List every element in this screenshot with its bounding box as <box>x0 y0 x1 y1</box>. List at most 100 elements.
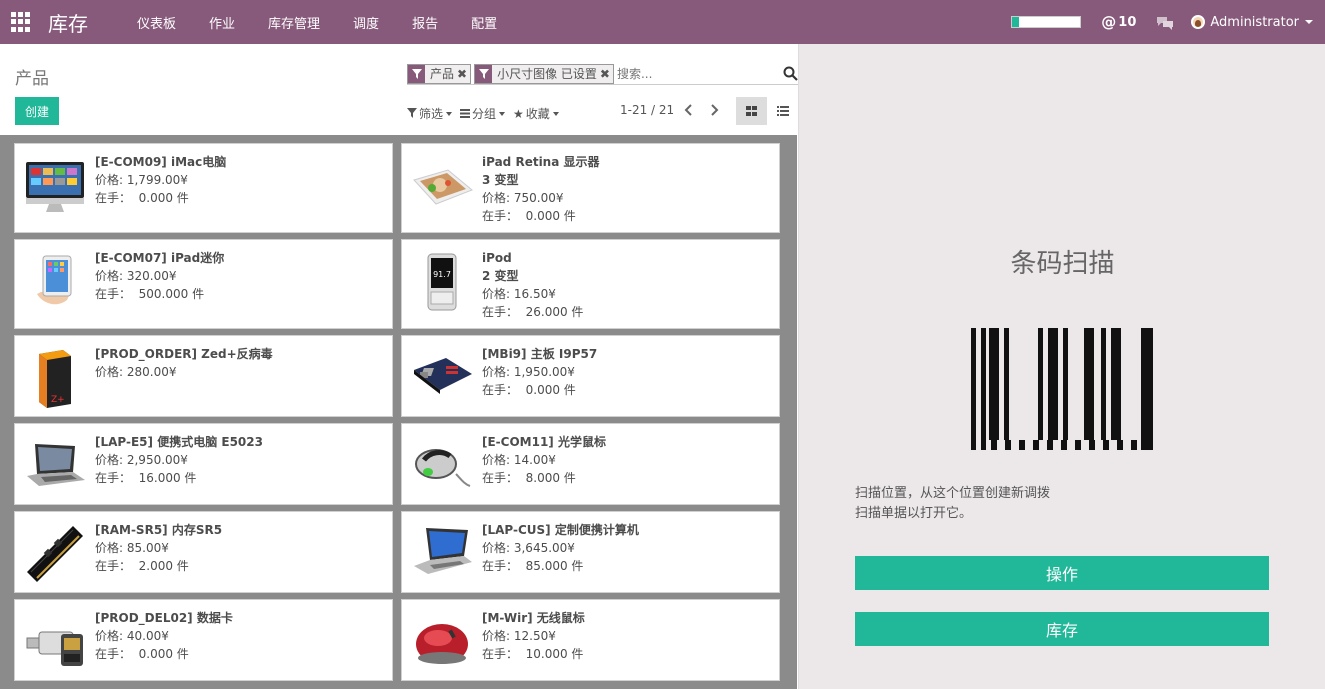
search-facet-image-set: 小尺寸图像 已设置 ✖ <box>474 63 614 84</box>
product-details: [E-COM11] 光学鼠标价格: 14.00¥ 在手： 8.000 件 <box>482 433 606 487</box>
product-name[interactable]: [RAM-SR5] 内存SR5 <box>95 521 222 539</box>
product-card[interactable]: iPad Retina 显示器 3 变型 价格: 750.00¥ 在手： 0.000 … <box>401 143 780 233</box>
mentions-counter[interactable]: @ 10 <box>1101 13 1136 31</box>
favorites-dropdown[interactable]: ★ 收藏 <box>513 105 559 122</box>
menu-item-operations[interactable]: 作业 <box>209 13 251 32</box>
list-view-button[interactable] <box>768 97 798 125</box>
create-button[interactable]: 创建 <box>15 97 59 125</box>
product-name[interactable]: [M-Wir] 无线鼠标 <box>482 609 585 627</box>
product-info-line: 在手： 2.000 件 <box>95 559 189 573</box>
product-name[interactable]: [E-COM07] iPad迷你 <box>95 249 224 267</box>
product-name[interactable]: [PROD_ORDER] Zed+反病毒 <box>95 345 273 363</box>
product-image-motherboard <box>410 346 474 410</box>
product-image-wireless-mouse <box>410 610 474 674</box>
menu-item-dashboard[interactable]: 仪表板 <box>137 13 192 32</box>
barcode-scan-panel: 条码扫描 扫描位置，从这个位置创建新调拨 扫描单据以打开它。 操作 库存 <box>798 44 1325 689</box>
product-name[interactable]: iPod <box>482 249 583 267</box>
barcode-instruction-line: 扫描单据以打开它。 <box>855 506 973 521</box>
filters-label: 筛选 <box>419 107 444 121</box>
product-name[interactable]: [LAP-E5] 便携式电脑 E5023 <box>95 433 263 451</box>
product-info-line: 在手： 0.000 件 <box>482 383 576 397</box>
at-sign-icon: @ <box>1101 13 1117 31</box>
product-card[interactable]: [E-COM09] iMac电脑 价格: 1,799.00¥ 在手： 0.000 件 <box>14 143 393 233</box>
product-card[interactable]: Z+ [PROD_ORDER] Zed+反病毒 价格: 280.00¥ <box>14 335 393 417</box>
product-name[interactable]: [PROD_DEL02] 数据卡 <box>95 609 233 627</box>
main-menu: 仪表板 作业 库存管理 调度 报告 配置 <box>137 13 530 32</box>
pager-previous-icon[interactable] <box>683 102 693 121</box>
product-card[interactable]: [LAP-CUS] 定制便携计算机 价格: 3,645.00¥ 在手： 85.000… <box>401 511 780 593</box>
filters-dropdown[interactable]: 筛选 <box>407 105 453 122</box>
product-details: [MBi9] 主板 I9P57 价格: 1,950.00¥ 在手： 0.000 件 <box>482 345 597 399</box>
product-info-line: 价格: 3,645.00¥ <box>482 541 575 555</box>
product-details: [LAP-E5] 便携式电脑 E5023 价格: 2,950.00¥ 在手： 16.… <box>95 433 263 487</box>
product-info-line: 价格: 320.00¥ <box>95 269 177 283</box>
product-info-line: 价格: 16.50¥ <box>482 287 556 301</box>
grid-icon <box>746 106 757 116</box>
product-card[interactable]: 91.7 iPod 2 变型 价格: 16.50¥ 在手： 26.000 件 <box>401 239 780 329</box>
search-options: 筛选 分组 ★ 收藏 <box>407 105 567 122</box>
caret-down-icon <box>446 111 453 116</box>
product-card[interactable]: [E-COM07] iPad迷你 价格: 320.00¥ 在手： 500.000 件 <box>14 239 393 329</box>
product-details: [RAM-SR5] 内存SR5 价格: 85.00¥ 在手： 2.000 件 <box>95 521 222 575</box>
planner-progress-bar[interactable] <box>1011 16 1082 28</box>
product-image-ipad-retina <box>410 154 474 218</box>
kanban-view-button[interactable] <box>736 97 767 125</box>
product-info-line: 在手： 8.000 件 <box>482 471 576 485</box>
barcode-icon <box>971 328 1153 450</box>
product-info-line: 在手： 16.000 件 <box>95 471 197 485</box>
product-details: iPad Retina 显示器 3 变型 价格: 750.00¥ 在手： 0.000 … <box>482 153 600 225</box>
product-details: [PROD_ORDER] Zed+反病毒 价格: 280.00¥ <box>95 345 273 381</box>
barcode-instructions: 扫描位置，从这个位置创建新调拨 扫描单据以打开它。 <box>855 484 1050 524</box>
product-name[interactable]: [LAP-CUS] 定制便携计算机 <box>482 521 639 539</box>
product-name[interactable]: [MBi9] 主板 I9P57 <box>482 345 597 363</box>
product-card[interactable]: [PROD_DEL02] 数据卡 价格: 40.00¥ 在手： 0.000 件 <box>14 599 393 681</box>
user-menu[interactable]: Administrator <box>1191 15 1313 30</box>
top-navbar: 库存 仪表板 作业 库存管理 调度 报告 配置 @ 10 Administrat… <box>0 0 1325 44</box>
app-brand: 库存 <box>48 11 88 36</box>
product-card[interactable]: [E-COM11] 光学鼠标价格: 14.00¥ 在手： 8.000 件 <box>401 423 780 505</box>
product-card[interactable]: [RAM-SR5] 内存SR5 价格: 85.00¥ 在手： 2.000 件 <box>14 511 393 593</box>
search-icon[interactable] <box>783 66 798 85</box>
search-bar: 产品 ✖ 小尺寸图像 已设置 ✖ <box>407 63 798 85</box>
apps-grid-icon[interactable] <box>11 12 31 32</box>
pager-value[interactable]: 1-21 / 21 <box>620 103 674 117</box>
product-name[interactable]: [E-COM11] 光学鼠标 <box>482 433 606 451</box>
chat-bubbles-icon[interactable] <box>1156 16 1174 30</box>
product-image-ipod: 91.7 <box>410 250 474 314</box>
product-details: [LAP-CUS] 定制便携计算机 价格: 3,645.00¥ 在手： 85.000… <box>482 521 639 575</box>
product-details: [M-Wir] 无线鼠标 价格: 12.50¥ 在手： 10.000 件 <box>482 609 585 663</box>
product-image-laptop <box>23 434 87 498</box>
pager-next-icon[interactable] <box>710 102 720 121</box>
product-info-line: 3 变型 <box>482 173 519 187</box>
facet-value: 产品 <box>430 67 455 81</box>
facet-value: 小尺寸图像 已设置 <box>497 67 597 81</box>
menu-item-scheduling[interactable]: 调度 <box>353 13 395 32</box>
product-card[interactable]: [MBi9] 主板 I9P57 价格: 1,950.00¥ 在手： 0.000 件 <box>401 335 780 417</box>
product-image-ram-stick <box>23 522 87 586</box>
product-card[interactable]: [M-Wir] 无线鼠标 价格: 12.50¥ 在手： 10.000 件 <box>401 599 780 681</box>
caret-down-icon <box>1305 20 1313 24</box>
product-info-line: 价格: 14.00¥ <box>482 453 556 467</box>
operations-button[interactable]: 操作 <box>855 556 1269 590</box>
product-name[interactable]: [E-COM09] iMac电脑 <box>95 153 226 171</box>
filter-funnel-icon <box>408 64 425 83</box>
product-image-custom-laptop <box>410 522 474 586</box>
barcode-instruction-line: 扫描位置，从这个位置创建新调拨 <box>855 486 1051 501</box>
product-info-line: 价格: 85.00¥ <box>95 541 169 555</box>
facet-remove-icon[interactable]: ✖ <box>600 65 613 83</box>
facet-remove-icon[interactable]: ✖ <box>457 65 470 83</box>
user-name: Administrator <box>1210 14 1299 30</box>
product-image-ipad-mini <box>23 250 87 314</box>
menu-item-reporting[interactable]: 报告 <box>412 13 454 32</box>
product-info-line: 价格: 750.00¥ <box>482 191 564 205</box>
product-info-line: 价格: 1,799.00¥ <box>95 173 188 187</box>
product-name[interactable]: iPad Retina 显示器 <box>482 153 600 171</box>
kanban-view: [E-COM09] iMac电脑价格: 1,799.00¥ 在手： 0.000 件… <box>0 135 797 689</box>
product-card[interactable]: [LAP-E5] 便携式电脑 E5023 价格: 2,950.00¥ 在手： 16.… <box>14 423 393 505</box>
inventory-button[interactable]: 库存 <box>855 612 1269 646</box>
star-icon: ★ <box>513 106 524 121</box>
search-input[interactable] <box>616 66 757 81</box>
menu-item-inventory-control[interactable]: 库存管理 <box>268 13 336 32</box>
groupby-dropdown[interactable]: 分组 <box>460 105 506 122</box>
menu-item-configuration[interactable]: 配置 <box>471 13 513 32</box>
